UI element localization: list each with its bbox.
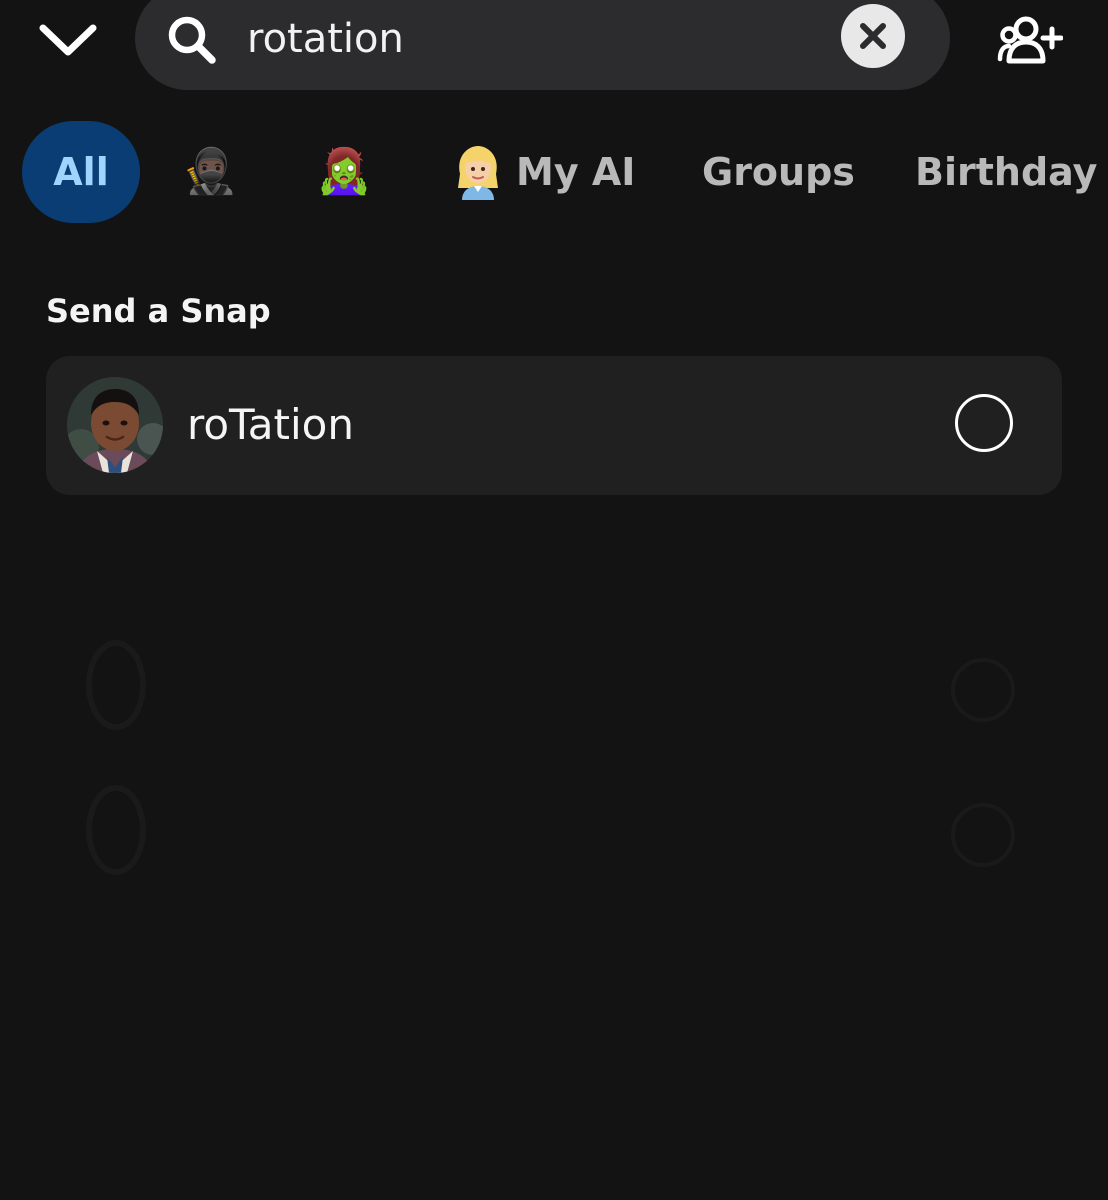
filter-chip-birthday[interactable]: Birthday [915,121,1097,223]
filter-chip-ninja[interactable]: 🥷🏿 [180,121,240,223]
profile-photo-icon [67,377,163,473]
send-to-screen: All 🥷🏿 🧟‍♀️ My AI Groups Birthd [0,0,1108,1200]
filter-chip-label: All [53,150,109,194]
add-friend-button[interactable] [992,8,1068,72]
search-input[interactable] [247,12,827,66]
zombie-emoji-icon: 🧟‍♀️ [316,146,372,197]
search-icon [168,16,216,64]
clear-search-button[interactable] [841,4,905,68]
filter-chip-groups[interactable]: Groups [702,121,855,223]
filter-chip-label: Groups [702,150,855,194]
filter-chip-my-ai[interactable]: My AI [454,121,636,223]
section-title-send-a-snap: Send a Snap [46,292,271,330]
contact-row[interactable]: roTation [46,356,1062,495]
avatar [67,377,163,473]
faded-list-item [46,630,1062,750]
filter-chip-zombie[interactable]: 🧟‍♀️ [312,121,376,223]
select-contact-checkbox[interactable] [955,394,1013,452]
contact-name: roTation [187,400,354,449]
faded-select-circle [951,658,1015,722]
collapse-button[interactable] [28,8,108,72]
faded-avatar [86,640,146,730]
faded-avatar [86,785,146,875]
filter-chip-label: Birthday [915,150,1098,194]
close-icon [860,23,886,49]
faded-list-item [46,775,1062,895]
add-friend-icon [997,16,1063,64]
search-bar[interactable] [135,0,950,90]
ninja-emoji-icon: 🥷🏿 [182,146,238,197]
filter-chips: All 🥷🏿 🧟‍♀️ My AI Groups Birthd [0,121,1108,223]
filter-chip-all[interactable]: All [22,121,140,223]
faded-select-circle [951,803,1015,867]
chevron-down-icon [39,24,97,56]
filter-chip-label: My AI [516,150,636,194]
my-ai-avatar-icon [458,146,498,200]
